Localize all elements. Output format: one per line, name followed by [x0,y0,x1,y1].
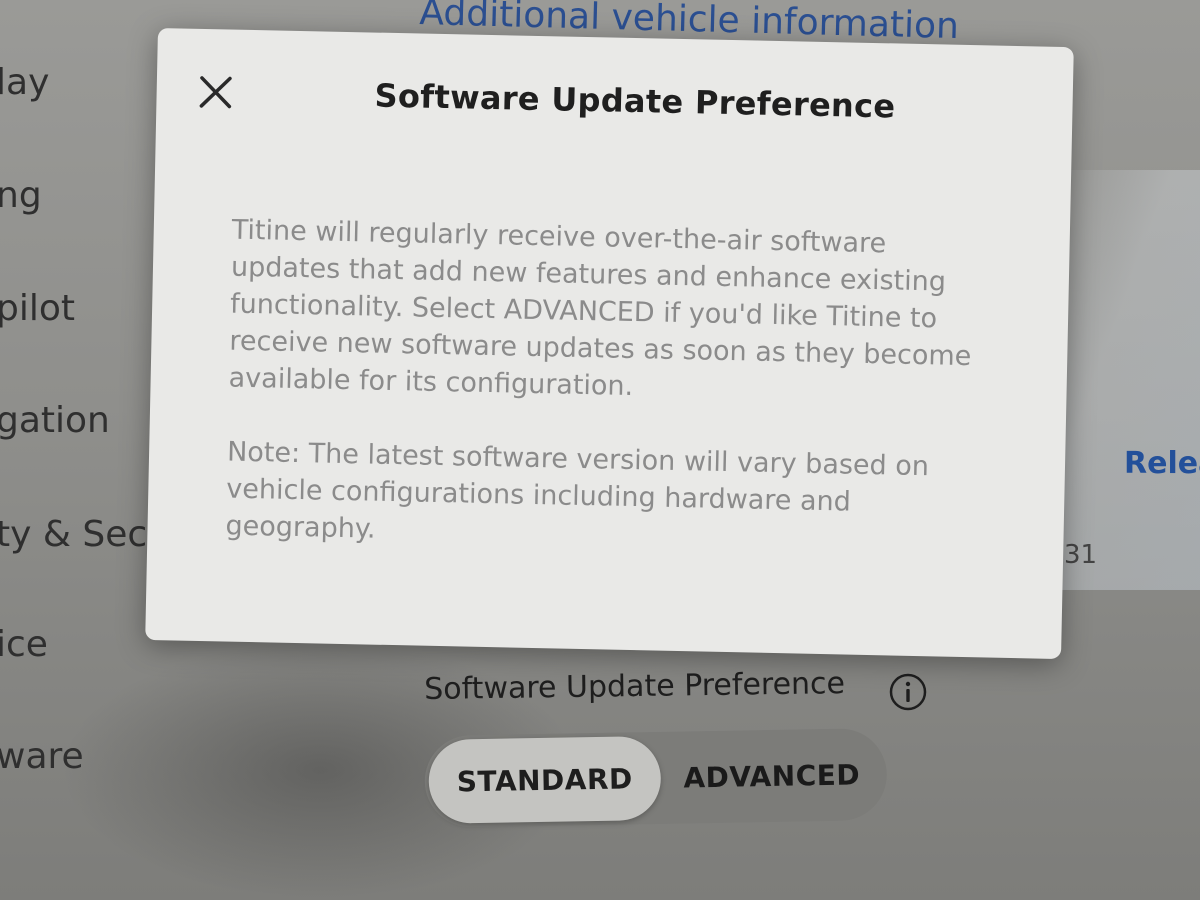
screen-glare [1050,170,1200,590]
standard-option[interactable]: STANDARD [428,735,662,824]
software-update-preference-label: Software Update Preference [424,666,846,707]
sidebar-item-driving[interactable]: ng [0,175,42,216]
sidebar-item-service[interactable]: ice [0,624,48,665]
screen: Additional vehicle information lay ng pi… [0,0,1200,900]
dialog-note: Note: The latest software version will v… [225,436,930,545]
info-icon[interactable] [888,672,928,712]
sidebar-item-autopilot[interactable]: pilot [0,288,75,329]
sidebar-item-navigation[interactable]: gation [0,400,110,441]
release-notes-link[interactable]: Relea [1124,446,1200,481]
sidebar-item-safety-security[interactable]: ty & Secu [0,514,170,555]
background-value-fragment: 31 [1064,540,1098,570]
update-preference-toggle: STANDARD ADVANCED [424,727,888,828]
software-update-preference-dialog: Software Update Preference Titine will r… [145,28,1074,660]
advanced-option[interactable]: ADVANCED [660,732,883,820]
close-icon[interactable] [196,73,235,112]
dialog-title: Software Update Preference [374,76,896,126]
sidebar-item-software[interactable]: ware [0,736,84,777]
dialog-body: Titine will regularly receive over-the-a… [224,212,1002,598]
sidebar-item-display[interactable]: lay [0,62,49,103]
dialog-description: Titine will regularly receive over-the-a… [228,214,972,403]
